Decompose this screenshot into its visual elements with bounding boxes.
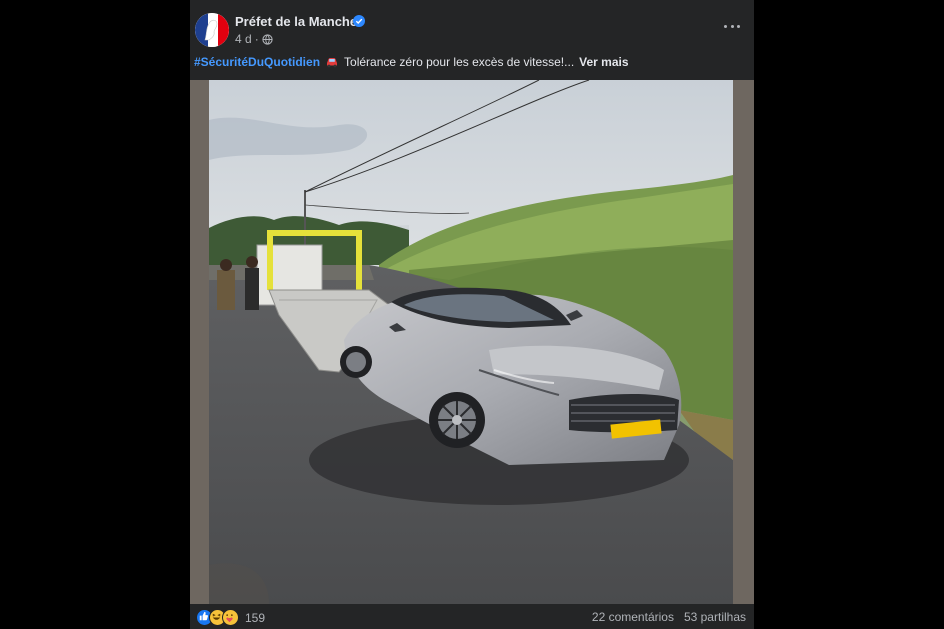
post-time[interactable]: 4 d (235, 32, 252, 46)
car-emoji-icon (327, 58, 338, 68)
post-footer: 159 22 comentários 53 partilhas (190, 604, 754, 629)
post-media[interactable] (190, 80, 754, 604)
author-avatar[interactable] (195, 13, 229, 47)
post-stats: 22 comentários 53 partilhas (592, 610, 746, 624)
verified-badge-icon (353, 15, 365, 27)
post-photo[interactable] (209, 80, 733, 604)
meta-separator: · (254, 32, 259, 46)
post-text: Tolérance zéro pour les excès de vitesse… (344, 55, 575, 69)
globe-icon (262, 33, 273, 45)
reaction-count[interactable]: 159 (245, 611, 265, 625)
reactions-summary[interactable]: 159 (196, 609, 265, 626)
comments-count[interactable]: 22 comentários (592, 610, 674, 624)
post-meta: 4 d · (235, 32, 273, 46)
shares-count[interactable]: 53 partilhas (684, 610, 746, 624)
more-options-icon[interactable] (724, 18, 740, 34)
hashtag-link[interactable]: #SécuritéDuQuotidien (194, 55, 320, 69)
see-more-link[interactable]: Ver mais (579, 55, 628, 69)
care-reaction-icon (222, 609, 239, 626)
facebook-post: Préfet de la Manche 4 d · #SécuritéDuQuo… (190, 0, 754, 629)
author-name[interactable]: Préfet de la Manche (235, 14, 357, 29)
car-photo-illustration (209, 80, 733, 604)
post-header: Préfet de la Manche 4 d · (190, 0, 754, 52)
post-caption: #SécuritéDuQuotidien Tolérance zéro pour… (194, 55, 629, 69)
